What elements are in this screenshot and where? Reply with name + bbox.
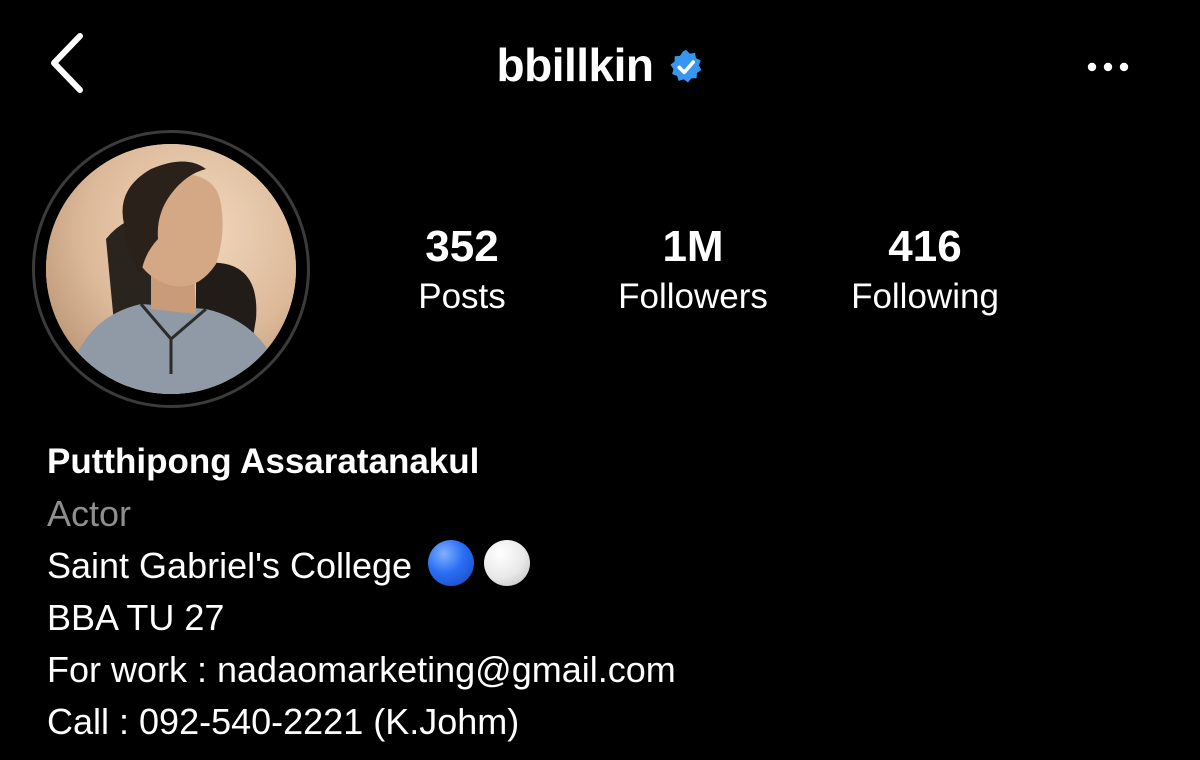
title-area: bbillkin <box>0 38 1200 98</box>
following-count-value: 416 <box>888 222 962 271</box>
more-options-button[interactable] <box>1078 50 1138 84</box>
more-horizontal-icon <box>1087 62 1129 72</box>
profile-full-name: Putthipong Assaratanakul <box>47 442 480 481</box>
posts-count-label: Posts <box>418 277 506 316</box>
posts-count-value: 352 <box>425 222 499 271</box>
profile-bio: Putthipong Assaratanakul Actor Saint Gab… <box>47 436 1147 748</box>
followers-count-label: Followers <box>618 277 768 316</box>
top-navigation-bar: bbillkin <box>0 0 1200 130</box>
username-title: bbillkin <box>496 39 655 91</box>
bio-line-school: Saint Gabriel's College <box>47 540 1147 592</box>
verified-badge-icon <box>668 49 704 85</box>
followers-count[interactable]: 1M Followers <box>583 220 803 320</box>
blue-circle-icon <box>428 540 475 586</box>
profile-avatar[interactable] <box>46 144 296 394</box>
bio-work-email[interactable]: For work : nadaomarketing@gmail.com <box>47 644 1147 696</box>
profile-category: Actor <box>47 493 132 534</box>
following-count[interactable]: 416 Following <box>815 220 1035 320</box>
bio-school-text: Saint Gabriel's College <box>47 545 413 586</box>
bio-line-degree: BBA TU 27 <box>47 597 225 638</box>
posts-count[interactable]: 352 Posts <box>372 220 552 320</box>
followers-count-value: 1M <box>662 222 724 271</box>
white-circle-icon <box>484 540 531 586</box>
following-count-label: Following <box>851 277 999 316</box>
profile-photo <box>46 144 296 394</box>
bio-phone[interactable]: Call : 092-540-2221 (K.Johm) <box>47 696 1147 748</box>
